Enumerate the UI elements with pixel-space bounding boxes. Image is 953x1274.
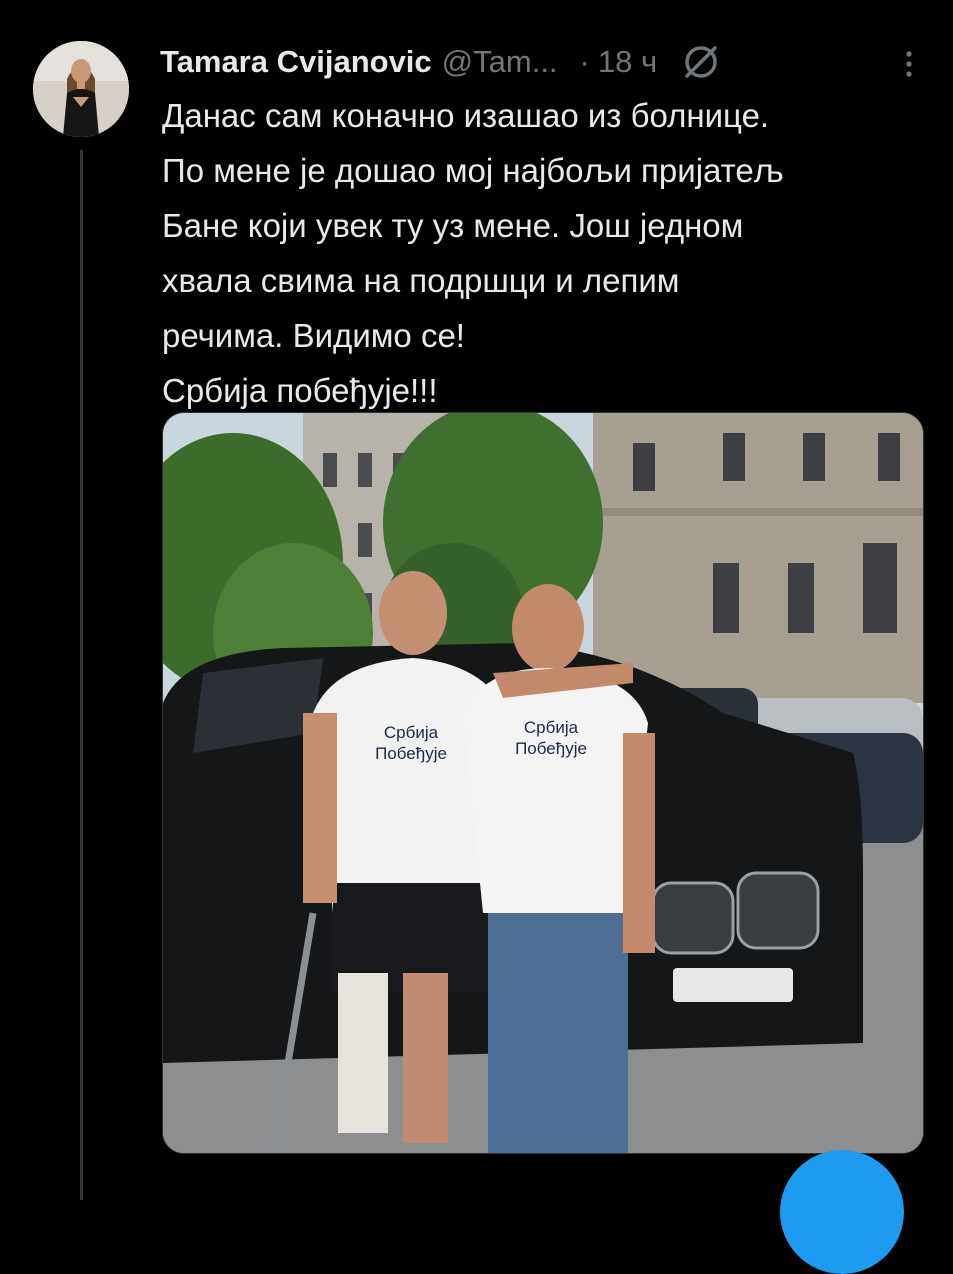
tweet-media-photo[interactable]: Србија Побеђује Србија Побеђује [162,412,924,1154]
tweet-header: Tamara Cvijanovic @Tam... · 18 ч [160,38,933,86]
shirt-text-left-line2: Побеђује [375,744,447,763]
shirt-text-right-line2: Побеђује [515,739,587,758]
timestamp[interactable]: 18 ч [598,44,657,80]
grok-icon[interactable] [681,42,721,82]
shirt-text-right-line1: Србија [524,718,579,737]
avatar[interactable] [33,41,129,137]
tweet-text-line: Данас сам коначно изашао из болнице. [162,97,770,134]
separator-dot: · [579,44,590,79]
author-name[interactable]: Tamara Cvijanovic [160,44,432,80]
more-icon[interactable] [901,46,917,82]
tweet-text-line: речима. Видимо се! [162,317,465,354]
thread-line [80,150,83,1200]
compose-button[interactable] [780,1150,904,1274]
tweet-text-line: Србија побеђује!!! [162,372,438,409]
shirt-text-left-line1: Србија [384,723,439,742]
author-handle[interactable]: @Tam... [442,44,558,80]
avatar-image [33,41,129,137]
tweet-text-line: хвала свима на подршци и лепим [162,262,680,299]
tweet-text-line: По мене је дошао мој најбољи пријатељ [162,152,784,189]
tweet-text-line: Бане који увек ту уз мене. Још једном [162,207,744,244]
tweet-text: Данас сам коначно изашао из болнице. По … [162,88,932,418]
